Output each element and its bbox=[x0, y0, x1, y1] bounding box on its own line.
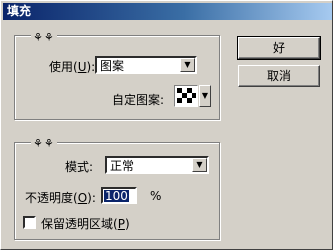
title-bar: 填充 bbox=[3, 3, 332, 20]
use-select-value: 图案 bbox=[100, 59, 125, 73]
mode-select-value: 正常 bbox=[110, 159, 135, 173]
mode-select[interactable]: 正常 ▼ bbox=[105, 156, 209, 174]
opacity-label: 不透明度(O): bbox=[25, 191, 96, 205]
use-label: 使用(U): bbox=[49, 60, 96, 74]
opacity-unit: % bbox=[150, 189, 162, 203]
use-select[interactable]: 图案 ▼ bbox=[95, 56, 197, 74]
chevron-down-icon[interactable]: ▼ bbox=[199, 85, 211, 107]
mode-label: 模式: bbox=[65, 160, 94, 174]
ok-button[interactable]: 好 bbox=[237, 36, 321, 60]
opacity-input[interactable]: 100 bbox=[101, 187, 137, 204]
pattern-preview-icon bbox=[175, 86, 197, 106]
custom-pattern-label: 自定图案: bbox=[112, 93, 165, 107]
opacity-value: 100 bbox=[104, 189, 129, 203]
group-grip-icon: ⚘⚘ bbox=[31, 137, 57, 150]
pattern-swatch[interactable] bbox=[174, 85, 198, 107]
chevron-down-icon[interactable]: ▼ bbox=[192, 158, 207, 172]
group-grip-icon: ⚘⚘ bbox=[31, 31, 57, 44]
preserve-transparency-checkbox[interactable] bbox=[23, 216, 36, 229]
fill-dialog: 填充 ⚘⚘ 使用(U): 图案 ▼ 自定图案: ▼ ⚘⚘ 模式: 正常 ▼ 不透… bbox=[0, 0, 333, 250]
window-title: 填充 bbox=[7, 4, 32, 18]
cancel-button[interactable]: 取消 bbox=[238, 65, 320, 87]
chevron-down-icon[interactable]: ▼ bbox=[180, 58, 195, 72]
preserve-transparency-label[interactable]: 保留透明区域(P) bbox=[41, 215, 130, 232]
